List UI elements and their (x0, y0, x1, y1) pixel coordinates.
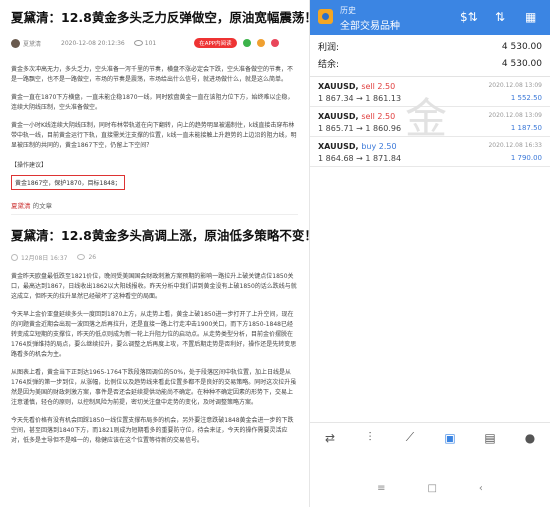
article-paragraph: 黄金一直在1870下方横盘，一直未能企稳1870一线，同时欧盘黄金一直在该阻力位… (11, 94, 294, 111)
article2-paragraph: 今天早上金价亚盘延续多头一度回到1870上方，从走势上看，黄金上破1850进一步… (11, 311, 297, 358)
eye-icon (133, 40, 143, 46)
history-icon[interactable]: ▣ (439, 429, 461, 447)
balance-value: 4 530.00 (501, 58, 542, 69)
messages-icon[interactable]: ▤ (479, 429, 501, 447)
article-title: 夏黛清：12.8黄金多头乏力反弹做空，原油宽幅震荡！ (11, 10, 309, 25)
eye-icon (77, 254, 86, 260)
chat-icon[interactable]: ● (519, 429, 541, 447)
home-icon[interactable]: □ (427, 483, 436, 494)
trade-side: sell 2.50 (361, 112, 396, 121)
history-label: 历史 (340, 6, 356, 15)
weibo-share-icon[interactable] (270, 39, 279, 47)
trade-icon[interactable]: ⟋ (399, 429, 421, 447)
trade-symbol: XAUUSD, buy 2.50 (318, 142, 397, 151)
trade-symbol: XAUUSD, sell 2.50 (318, 112, 396, 121)
article2-meta: 12月08日 16:37 26 (11, 251, 298, 263)
balance-label: 结余: (318, 60, 340, 70)
trade-side: buy 2.50 (361, 142, 397, 151)
operation-tip-label: 【操作建议】 (11, 162, 48, 169)
article2-paragraph: 从图表上看，黄金当下正到达1965-1764下跌段落回调位的50%，处于段落区间… (11, 369, 297, 406)
trading-terminal: 历史 全部交易品种 $⇅ ⇅ ▦ 利润: 4 530.00 结余: 4 530.… (310, 0, 550, 507)
article-paragraph: 黄金多次冲高无力，多头乏力，空头准备一泻千里的节奏，横盘不涨必定会下跌，空头准备… (11, 66, 294, 83)
trade-profit: 1 790.00 (510, 154, 542, 162)
sort-icon[interactable]: ⇅ (495, 10, 505, 24)
author-avatar[interactable] (11, 38, 20, 48)
article-paragraph: 黄金一小时K线连续大阴线压制，同时布林带轨道在向下翻转，向上的趋势明显被遏制住，… (11, 122, 297, 149)
watermark-logo: 金 (405, 94, 454, 143)
calendar-icon[interactable]: ▦ (525, 10, 536, 24)
recent-apps-icon[interactable]: ≡ (377, 483, 385, 494)
quotes-icon[interactable]: ⇄ (319, 429, 341, 447)
article-meta: 夏黛清 2020-12-08 20:12:36 101 在APP内阅读 (11, 35, 298, 51)
trade-prices: 1 867.34 → 1 861.13 (318, 94, 402, 103)
profit-label: 利润: (318, 43, 340, 53)
app-logo-icon[interactable] (318, 9, 333, 24)
trade-symbol: XAUUSD, sell 2.50 (318, 82, 396, 91)
symbol-filter-title[interactable]: 全部交易品种 (340, 17, 400, 32)
chart-icon[interactable]: ⫶ (359, 429, 381, 447)
view-count: 101 (144, 39, 157, 47)
article-datetime: 2020-12-08 20:12:36 (61, 39, 125, 47)
author-articles-name[interactable]: 夏黛清 (11, 202, 31, 210)
author-name[interactable]: 夏黛清 (23, 39, 41, 48)
trade-prices: 1 865.71 → 1 860.96 (318, 124, 402, 133)
clock-icon (11, 253, 18, 261)
moments-share-icon[interactable] (256, 39, 265, 47)
article-panel: 夏黛清：12.8黄金多头乏力反弹做空，原油宽幅震荡！ 夏黛清 2020-12-0… (0, 0, 309, 507)
wechat-share-icon[interactable] (242, 39, 251, 47)
article2-paragraph: 黄金昨天欧盘最低跌至1821价位，晚间受美国国会财政刺激方案预期的影响一路拉升上… (11, 273, 297, 300)
trade-side: sell 2.50 (361, 82, 396, 91)
article2-paragraph: 今天先看价格有没有机会回踩1850一线位置支撑布局多的机会，另外要注意跌破184… (11, 417, 294, 444)
summary-divider (310, 76, 550, 77)
trade-prices: 1 864.68 → 1 871.84 (318, 154, 402, 163)
article2-date: 12月08日 16:37 (21, 254, 68, 262)
author-articles-tail: 的文章 (32, 202, 53, 210)
balance-row: 结余: 4 530.00 (318, 55, 542, 72)
bottom-navigation: ⇄ ⫶ ⟋ ▣ ▤ ● (310, 422, 550, 452)
account-summary: 利润: 4 530.00 结余: 4 530.00 (310, 38, 550, 72)
currency-exchange-icon[interactable]: $⇅ (460, 10, 478, 24)
article2-title[interactable]: 夏黛清：12.8黄金多头高调上涨，原油低多策略不变！ (11, 228, 309, 244)
author-articles-link[interactable]: 夏黛清 的文章 (11, 200, 298, 215)
profit-row: 利润: 4 530.00 (318, 38, 542, 55)
article2-views: 26 (88, 253, 97, 261)
open-in-app-button[interactable]: 在APP内阅读 (194, 38, 237, 48)
back-icon[interactable]: ‹ (479, 483, 483, 494)
system-navigation: ≡ □ ‹ (310, 478, 550, 498)
terminal-header: 历史 全部交易品种 $⇅ ⇅ ▦ (310, 0, 550, 35)
profit-value: 4 530.00 (501, 41, 542, 52)
trade-suggestion-box: 黄金1867空，保护1870，目标1848； (11, 175, 125, 190)
